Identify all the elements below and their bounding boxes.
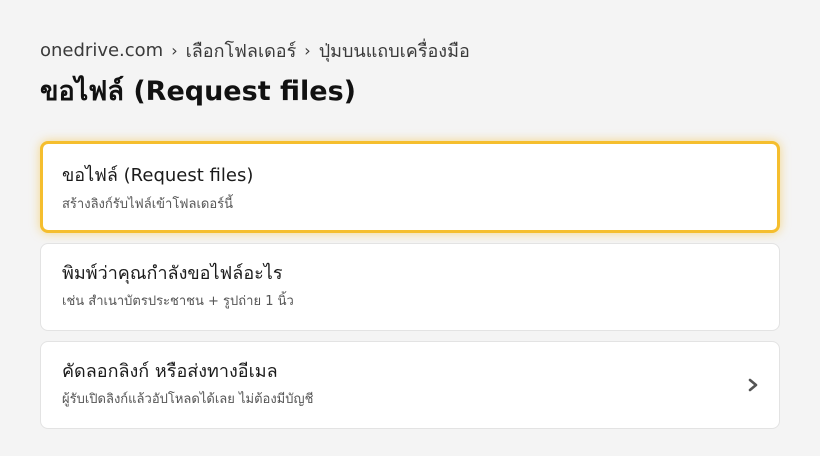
breadcrumb-step-toolbar-button: ปุ่มบนแถบเครื่องมือ	[318, 40, 470, 62]
step-card-request-files[interactable]: ขอไฟล์ (Request files) สร้างลิงก์รับไฟล์…	[40, 141, 780, 233]
page-title: ขอไฟล์ (Request files)	[40, 76, 356, 107]
breadcrumb-separator: ›	[171, 40, 178, 60]
step-description: ผู้รับเปิดลิงก์แล้วอัปโหลดได้เลย ไม่ต้อง…	[62, 392, 314, 407]
breadcrumb-separator: ›	[304, 40, 311, 60]
step-title: คัดลอกลิงก์ หรือส่งทางอีเมล	[62, 361, 278, 382]
breadcrumb: onedrive.com › เลือกโฟลเดอร์ › ปุ่มบนแถบ…	[40, 37, 470, 63]
breadcrumb-site[interactable]: onedrive.com	[40, 40, 163, 61]
step-card-copy-link[interactable]: คัดลอกลิงก์ หรือส่งทางอีเมล ผู้รับเปิดลิ…	[40, 341, 780, 429]
step-title: ขอไฟล์ (Request files)	[62, 165, 254, 186]
step-card-describe-request[interactable]: พิมพ์ว่าคุณกำลังขอไฟล์อะไร เช่น สำเนาบัต…	[40, 243, 780, 331]
step-title: พิมพ์ว่าคุณกำลังขอไฟล์อะไร	[62, 263, 283, 284]
step-description: เช่น สำเนาบัตรประชาชน + รูปถ่าย 1 นิ้ว	[62, 294, 294, 309]
breadcrumb-step-select-folder[interactable]: เลือกโฟลเดอร์	[186, 36, 297, 65]
chevron-right-icon[interactable]	[747, 378, 759, 392]
step-description: สร้างลิงก์รับไฟล์เข้าโฟลเดอร์นี้	[62, 197, 234, 212]
